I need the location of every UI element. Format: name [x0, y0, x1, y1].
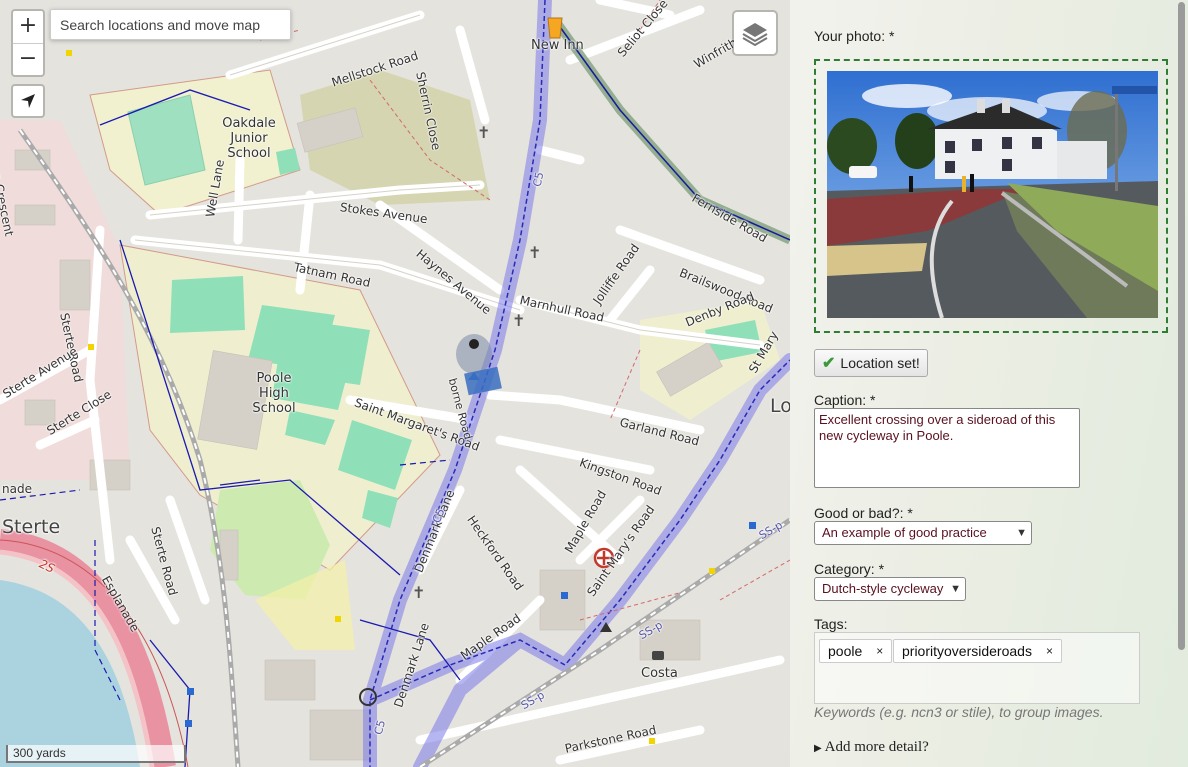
add-more-detail-label: Add more detail? [824, 739, 929, 755]
map-label: Lo [770, 395, 790, 417]
location-set-label: Location set! [840, 355, 920, 371]
chevron-down-icon: ▼ [1016, 527, 1027, 539]
map-label: nade [2, 482, 32, 496]
map-tiles[interactable]: ✝ ✝ ✝ ✝ [0, 0, 790, 767]
zoom-control: + − [11, 9, 45, 77]
svg-text:✝: ✝ [512, 313, 525, 330]
add-more-detail-toggle[interactable]: ▶ Add more detail? [814, 739, 929, 756]
chevron-down-icon: ▼ [950, 583, 961, 595]
photo-dropzone[interactable] [814, 59, 1168, 333]
photo-label: Your photo: * [814, 28, 895, 44]
caption-label: Caption: * [814, 392, 876, 408]
place-label: Poole High School [252, 371, 296, 416]
tag-remove-button[interactable]: × [876, 640, 883, 662]
caret-right-icon: ▶ [814, 743, 822, 754]
location-set-button[interactable]: ✔ Location set! [814, 349, 928, 377]
category-label: Category: * [814, 561, 885, 577]
svg-text:✝: ✝ [528, 245, 541, 262]
good-bad-select[interactable]: An example of good practice ▼ [814, 521, 1032, 545]
caption-textarea[interactable]: Excellent crossing over a sideroad of th… [814, 408, 1080, 488]
zoom-in-button[interactable]: + [13, 11, 43, 43]
good-bad-value: An example of good practice [822, 525, 987, 540]
map-scale: 300 yards [6, 745, 186, 763]
map-label: Sterte [2, 516, 61, 538]
svg-text:✝: ✝ [477, 125, 490, 142]
good-bad-label: Good or bad?: * [814, 505, 913, 521]
locate-button[interactable] [11, 84, 45, 118]
tag-chip: poole × [819, 639, 893, 663]
uploaded-photo [827, 71, 1158, 318]
map-label: New Inn [531, 38, 584, 53]
svg-text:✝: ✝ [412, 585, 425, 602]
navigation-arrow-icon [21, 94, 35, 108]
tag-remove-button[interactable]: × [1046, 640, 1053, 662]
tag-chip: priorityoversideroads × [893, 639, 1062, 663]
tag-label: poole [828, 643, 863, 659]
tags-label: Tags: [814, 616, 848, 632]
category-value: Dutch-style cycleway [822, 581, 944, 596]
tag-label: priorityoversideroads [902, 643, 1032, 659]
map-view[interactable]: ✝ ✝ ✝ ✝ New Inn Mellstock Road Sherrin C… [0, 0, 790, 767]
photo-form-panel: Your photo: * ✔ Location set! Caption: *… [790, 0, 1188, 767]
layers-icon [742, 23, 768, 47]
layers-button[interactable] [732, 10, 778, 56]
map-search-input[interactable] [51, 10, 290, 39]
map-search [50, 9, 291, 40]
zoom-out-button[interactable]: − [13, 43, 43, 75]
map-label: Costa [641, 666, 678, 681]
tags-hint: Keywords (e.g. ncn3 or stile), to group … [814, 704, 1104, 720]
category-select[interactable]: Dutch-style cycleway ▼ [814, 577, 966, 601]
place-label: Oakdale Junior School [222, 116, 276, 161]
checkmark-icon: ✔ [822, 355, 836, 372]
scrollbar[interactable] [1178, 2, 1185, 650]
tags-input[interactable]: poole × priorityoversideroads × [814, 632, 1140, 704]
